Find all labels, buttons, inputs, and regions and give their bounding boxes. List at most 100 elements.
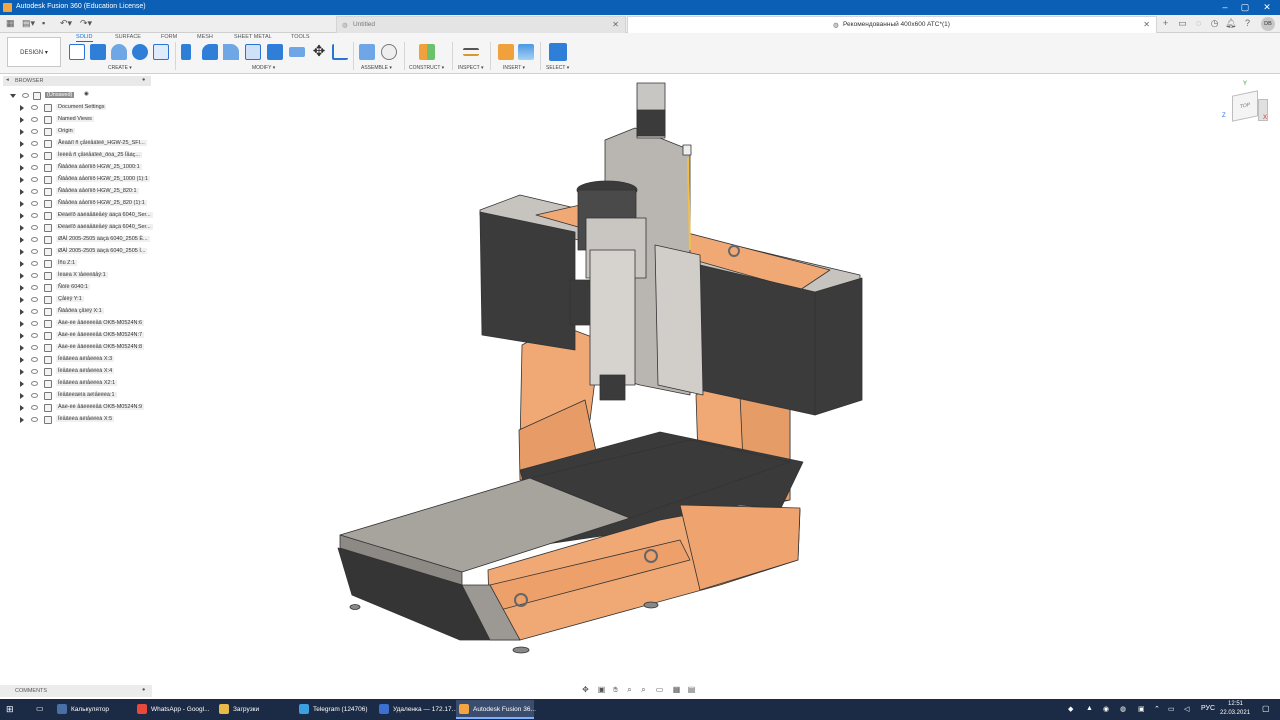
expand-icon[interactable]: [20, 129, 24, 135]
tray-icon[interactable]: ◍: [1120, 705, 1126, 713]
visibility-eye-icon[interactable]: [31, 405, 38, 410]
taskbar-app-button[interactable]: WhatsApp - Googl...: [134, 700, 212, 719]
visibility-eye-icon[interactable]: [31, 321, 38, 326]
visibility-eye-icon[interactable]: [22, 93, 29, 98]
browser-item[interactable]: Ïëåãëèà äëìåëëèà X:3: [20, 355, 150, 366]
expand-icon[interactable]: [20, 261, 24, 267]
visibility-eye-icon[interactable]: [31, 237, 38, 242]
expand-icon[interactable]: [10, 94, 16, 98]
browser-item[interactable]: Ðëàëîð áàëäåãëåéÿ ääçä 6040_Ser...: [20, 211, 153, 222]
viewcube-face[interactable]: TOP: [1232, 90, 1258, 122]
zoom-window-icon[interactable]: ⌕: [638, 684, 649, 695]
browser-item[interactable]: Ïëåãëèà äëìåëëèà X2:1: [20, 379, 150, 390]
expand-icon[interactable]: [20, 165, 24, 171]
new-component-icon[interactable]: [359, 44, 375, 60]
browser-item[interactable]: Ñâåðëà áåòîííõ HGW_25_1000:1: [20, 163, 150, 174]
expand-icon[interactable]: [20, 417, 24, 423]
pin-icon[interactable]: ●: [142, 77, 145, 83]
expand-icon[interactable]: [20, 177, 24, 183]
browser-item[interactable]: Àäè-ëè åâëëëèåâ OKB-M0524N:8: [20, 343, 150, 354]
visibility-eye-icon[interactable]: [31, 201, 38, 206]
visibility-eye-icon[interactable]: [31, 357, 38, 362]
browser-item[interactable]: Ïëåãëèà äëìåëëèà X:4: [20, 367, 150, 378]
expand-icon[interactable]: [20, 249, 24, 255]
look-at-icon[interactable]: ▣: [596, 684, 607, 695]
expand-icon[interactable]: [20, 273, 24, 279]
taskbar-app-button[interactable]: Autodesk Fusion 36...: [456, 700, 536, 719]
browser-item[interactable]: Ñâåðëà çåìëÿ X:1: [20, 307, 150, 318]
visibility-eye-icon[interactable]: [31, 129, 38, 134]
viewcube[interactable]: TOP Y Z X: [1222, 81, 1268, 123]
browser-item[interactable]: Àäè-ëè åâëëëèåâ OKB-M0524N:6: [20, 319, 150, 330]
browser-header[interactable]: ◂ BROWSER ●: [3, 76, 151, 86]
insert-canvas-icon[interactable]: [518, 44, 534, 60]
browser-item[interactable]: Ïëåãëèà äëìåëëèà X:5: [20, 415, 150, 426]
chat-icon[interactable]: ▭: [1177, 18, 1188, 29]
tray-icon[interactable]: ◆: [1068, 705, 1073, 713]
visibility-eye-icon[interactable]: [31, 333, 38, 338]
browser-item[interactable]: Document Settings: [20, 103, 150, 114]
measure-icon[interactable]: [463, 48, 479, 56]
taskbar-app-button[interactable]: Удаленка — 172.17...: [376, 700, 457, 719]
browser-item[interactable]: Ñòîë 6040:1: [20, 283, 150, 294]
collapse-icon[interactable]: ◂: [6, 77, 9, 83]
job-status-icon[interactable]: ◷: [1209, 18, 1220, 29]
tab-solid[interactable]: SOLID: [76, 34, 93, 42]
fillet-icon[interactable]: [202, 44, 218, 60]
visibility-eye-icon[interactable]: [31, 153, 38, 158]
tab-surface[interactable]: SURFACE: [115, 34, 141, 40]
data-panel-icon[interactable]: ▦: [6, 18, 15, 29]
tab-close-icon[interactable]: ✕: [1143, 20, 1150, 29]
visibility-eye-icon[interactable]: [31, 393, 38, 398]
browser-item[interactable]: ØÀÌ 2005-2505 ääçä 6040_2505 Ì...: [20, 247, 150, 258]
expand-icon[interactable]: [20, 381, 24, 387]
combine-icon[interactable]: [267, 44, 283, 60]
viewports-icon[interactable]: ▤: [686, 684, 697, 695]
expand-icon[interactable]: [20, 321, 24, 327]
taskbar-app-button[interactable]: Калькулятор: [54, 700, 132, 719]
browser-item[interactable]: Ñâåðëà áåòîííõ HGW_25_820:1: [20, 187, 150, 198]
visibility-eye-icon[interactable]: [31, 309, 38, 314]
expand-icon[interactable]: [20, 333, 24, 339]
browser-item[interactable]: Named Views: [20, 115, 150, 126]
move-copy-icon[interactable]: ✥: [311, 44, 327, 60]
task-view-icon[interactable]: ▭: [36, 704, 44, 713]
tray-icon[interactable]: ▲: [1086, 705, 1093, 712]
visibility-eye-icon[interactable]: [31, 225, 38, 230]
browser-item[interactable]: Çåìëÿ Y:1: [20, 295, 150, 306]
3d-viewport[interactable]: [152, 74, 1280, 682]
minimize-icon[interactable]: –: [1218, 1, 1232, 13]
expand-icon[interactable]: [20, 105, 24, 111]
inspect-menu[interactable]: INSPECT ▾: [458, 65, 484, 71]
visibility-eye-icon[interactable]: [31, 189, 38, 194]
expand-icon[interactable]: [20, 141, 24, 147]
expand-icon[interactable]: [20, 357, 24, 363]
offset-plane-icon[interactable]: [419, 44, 435, 60]
browser-item[interactable]: Îñü Z:1: [20, 259, 150, 270]
tab-form[interactable]: FORM: [161, 34, 177, 40]
start-icon[interactable]: ⊞: [6, 704, 14, 715]
extensions-icon[interactable]: ◌: [1193, 18, 1204, 29]
orbit-icon[interactable]: ✥: [580, 684, 591, 695]
tab-sheet-metal[interactable]: SHEET METAL: [234, 34, 272, 40]
browser-item[interactable]: Àäè-ëè åâëëëèåâ OKB-M0524N:9: [20, 403, 150, 414]
expand-icon[interactable]: [20, 201, 24, 207]
insert-menu[interactable]: INSERT ▾: [503, 65, 525, 71]
chamfer-icon[interactable]: [223, 44, 239, 60]
expand-icon[interactable]: [20, 153, 24, 159]
redo-icon[interactable]: ↷▾: [80, 18, 92, 29]
browser-item[interactable]: Ñâåðëà áåòîííõ HGW_25_1000 (1):1: [20, 175, 150, 186]
tab-close-icon[interactable]: ✕: [612, 20, 619, 29]
expand-icon[interactable]: [20, 189, 24, 195]
tab-tools[interactable]: TOOLS: [291, 34, 310, 40]
browser-item[interactable]: Ïëåãëèäëìà äëìåëëèà:1: [20, 391, 150, 402]
expand-icon[interactable]: [20, 117, 24, 123]
comments-panel[interactable]: COMMENTS ●: [0, 685, 152, 697]
tray-icon[interactable]: ◉: [1103, 705, 1109, 713]
zoom-icon[interactable]: ⌕: [624, 684, 635, 695]
browser-item[interactable]: Àäè-ëè åâëëëèåâ OKB-M0524N:7: [20, 331, 150, 342]
visibility-eye-icon[interactable]: [31, 285, 38, 290]
close-icon[interactable]: ✕: [1260, 1, 1274, 13]
visibility-eye-icon[interactable]: [31, 345, 38, 350]
file-menu-icon[interactable]: ▤▾: [22, 18, 35, 29]
